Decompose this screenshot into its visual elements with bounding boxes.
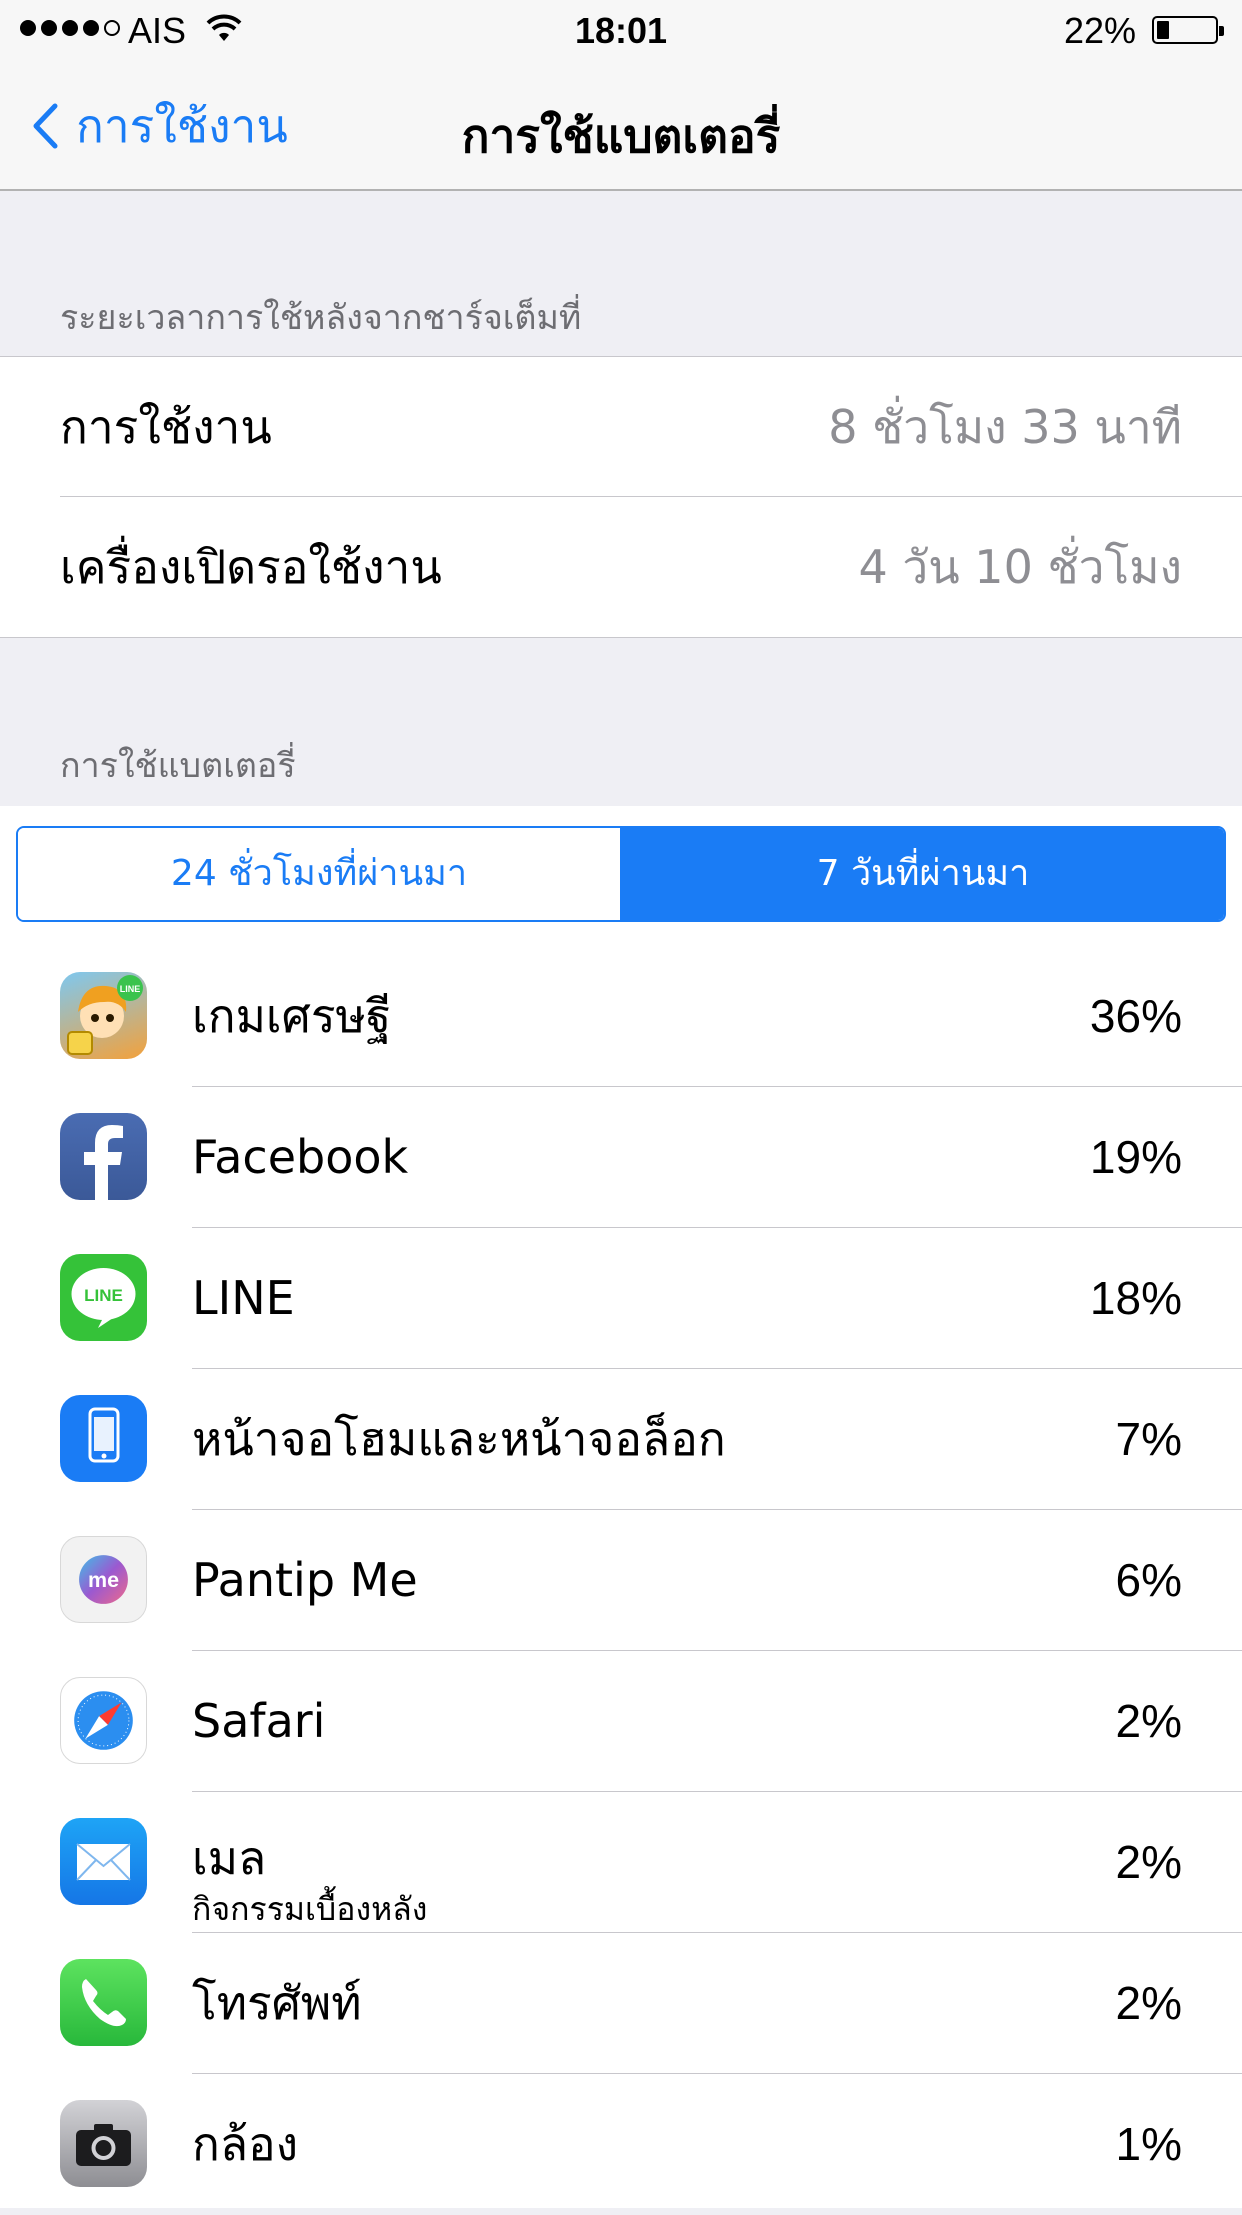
facebook-icon [60, 1113, 147, 1200]
app-percent: 7% [1115, 1413, 1182, 1465]
list-item[interactable]: เมล กิจกรรมเบื้องหลัง 2% [0, 1792, 1242, 1933]
app-percent: 6% [1115, 1554, 1182, 1606]
app-percent: 2% [1115, 1695, 1182, 1747]
section-header-battery-usage: การใช้แบตเตอรี่ [60, 746, 296, 786]
camera-icon [60, 2100, 147, 2187]
page-title: การใช้แบตเตอรี่ [461, 109, 781, 163]
top-bar: AIS 18:01 22% การใช้งาน การใช้แบตเตอรี่ [0, 0, 1242, 191]
app-name: LINE [192, 1271, 295, 1325]
segment-last-7-days[interactable]: 7 วันที่ผ่านมา [622, 828, 1224, 920]
list-item[interactable]: หน้าจอโฮมและหน้าจอล็อก 7% [0, 1369, 1242, 1510]
app-percent: 1% [1115, 2118, 1182, 2170]
app-percent: 2% [1115, 1977, 1182, 2029]
list-item[interactable]: Safari 2% [0, 1651, 1242, 1792]
app-percent: 36% [1089, 990, 1182, 1042]
app-name: โทรศัพท์ [192, 1976, 362, 2030]
list-item[interactable]: Facebook 19% [0, 1087, 1242, 1228]
list-item[interactable]: โทรศัพท์ 2% [0, 1933, 1242, 2074]
status-bar: AIS 18:01 22% [0, 0, 1242, 60]
usage-label: การใช้งาน [60, 400, 272, 454]
svg-text:LINE: LINE [120, 984, 141, 994]
section-header-since-charge: ระยะเวลาการใช้หลังจากชาร์จเต็มที่ [60, 298, 582, 338]
list-item[interactable]: me Pantip Me 6% [0, 1510, 1242, 1651]
safari-icon [60, 1677, 147, 1764]
app-usage-list: LINE เกมเศรษฐี 36% Facebook 19% LINE LIN… [0, 946, 1242, 2208]
standby-value: 4 วัน 10 ชั่วโมง [858, 540, 1182, 594]
phone-screen-icon [60, 1395, 147, 1482]
game-icon: LINE [60, 972, 147, 1059]
app-name: Pantip Me [192, 1553, 418, 1607]
time-range-control-container: 24 ชั่วโมงที่ผ่านมา 7 วันที่ผ่านมา [0, 806, 1242, 946]
app-name: เกมเศรษฐี [192, 989, 392, 1043]
app-name: กล้อง [192, 2117, 299, 2171]
battery-percent: 22% [1063, 10, 1136, 51]
list-item[interactable]: LINE เกมเศรษฐี 36% [0, 946, 1242, 1087]
app-subtitle: กิจกรรมเบื้องหลัง [192, 1890, 428, 1928]
list-item[interactable]: LINE LINE 18% [0, 1228, 1242, 1369]
usage-row: การใช้งาน 8 ชั่วโมง 33 นาที [0, 357, 1242, 497]
segment-last-24-hours[interactable]: 24 ชั่วโมงที่ผ่านมา [18, 828, 622, 920]
time-range-segmented-control: 24 ชั่วโมงที่ผ่านมา 7 วันที่ผ่านมา [16, 826, 1226, 922]
standby-row: เครื่องเปิดรอใช้งาน 4 วัน 10 ชั่วโมง [0, 497, 1242, 637]
usage-time-group: การใช้งาน 8 ชั่วโมง 33 นาที เครื่องเปิดร… [0, 356, 1242, 638]
navigation-bar: การใช้งาน การใช้แบตเตอรี่ [0, 60, 1242, 190]
battery-icon [1152, 16, 1224, 44]
usage-value: 8 ชั่วโมง 33 นาที [828, 400, 1182, 454]
app-percent: 19% [1089, 1131, 1182, 1183]
svg-text:LINE: LINE [84, 1286, 123, 1305]
pantip-me-icon: me [60, 1536, 147, 1623]
app-name: Facebook [192, 1130, 409, 1184]
list-item[interactable]: กล้อง 1% [0, 2074, 1242, 2215]
standby-label: เครื่องเปิดรอใช้งาน [60, 540, 442, 594]
app-percent: 18% [1089, 1272, 1182, 1324]
app-percent: 2% [1115, 1836, 1182, 1888]
line-icon: LINE [60, 1254, 147, 1341]
app-name: Safari [192, 1694, 326, 1748]
phone-icon [60, 1959, 147, 2046]
app-name: หน้าจอโฮมและหน้าจอล็อก [192, 1412, 726, 1466]
svg-text:me: me [88, 1568, 119, 1592]
mail-icon [60, 1818, 147, 1905]
status-time: 18:01 [574, 10, 668, 51]
